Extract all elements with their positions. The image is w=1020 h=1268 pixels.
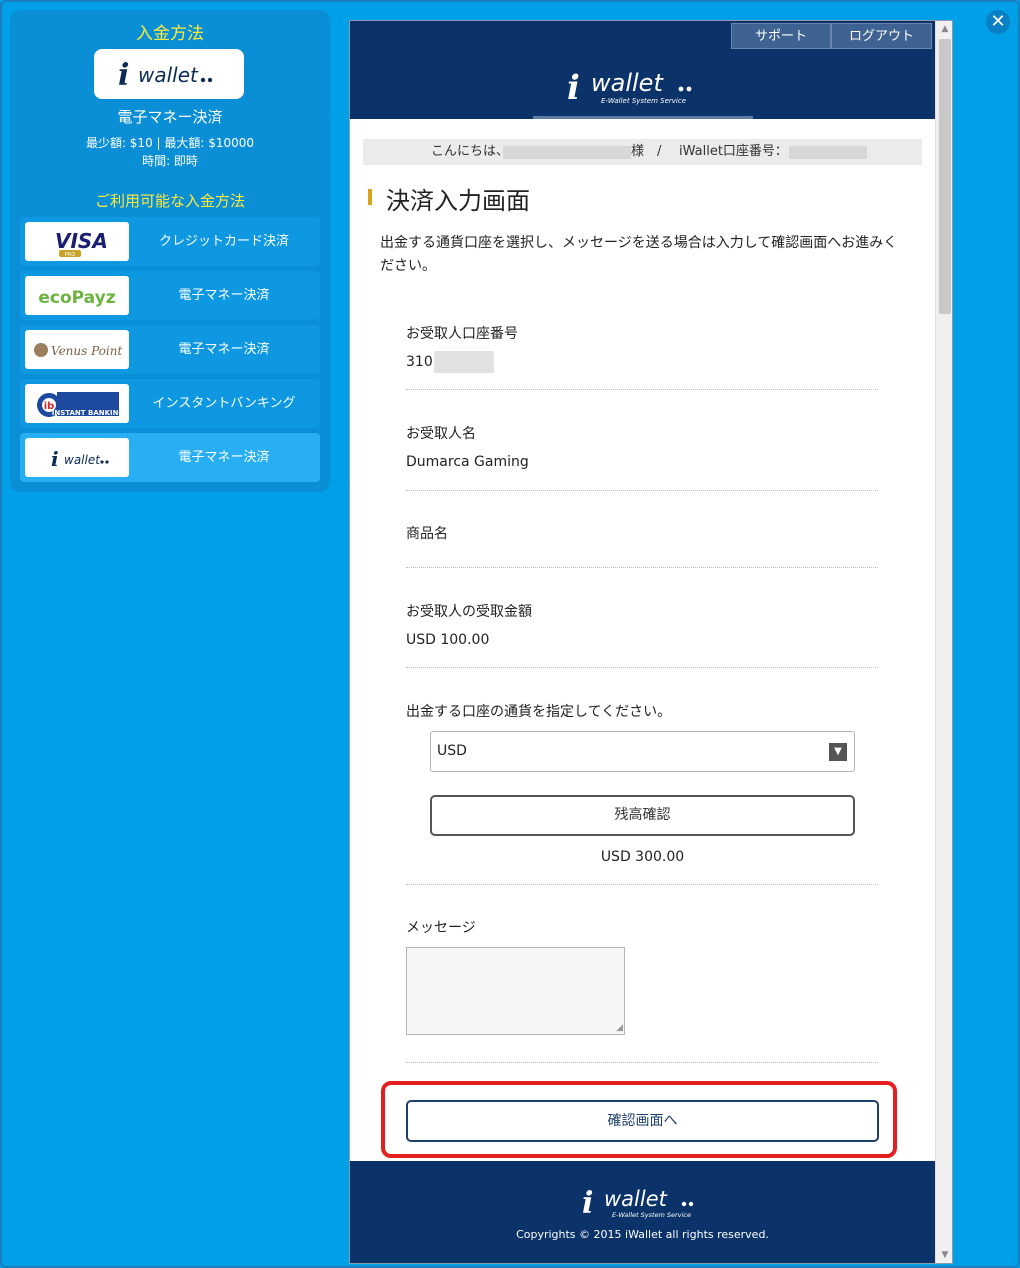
method-label: 電子マネー決済 bbox=[178, 450, 270, 465]
selected-method-name: 電子マネー決済 bbox=[117, 108, 223, 126]
iwallet-logo-icon: i wallet E-Wallet System Service bbox=[582, 1186, 694, 1221]
scroll-down-icon[interactable]: ▼ bbox=[936, 1247, 952, 1263]
panel-title: 入金方法 bbox=[136, 24, 204, 44]
confirm-button[interactable]: 確認画面へ bbox=[406, 1100, 879, 1142]
greeting-honorific: 様 bbox=[631, 144, 645, 159]
iwallet-logo-icon: i wallet E-Wallet System Service bbox=[567, 68, 692, 108]
method-item-instant-banking[interactable]: ib INSTANT BANKING インスタントバンキング bbox=[20, 379, 320, 428]
scroll-up-icon[interactable]: ▲ bbox=[936, 21, 952, 37]
method-label: 電子マネー決済 bbox=[178, 288, 270, 303]
currency-select[interactable]: USD ▼ bbox=[430, 731, 855, 772]
deposit-time: 時間: 即時 bbox=[142, 154, 198, 168]
resize-grip-icon[interactable]: ◢ bbox=[616, 1024, 623, 1033]
svg-text:i: i bbox=[567, 68, 580, 108]
title-accent-bar bbox=[368, 189, 372, 205]
recipient-name-value: Dumarca Gaming bbox=[406, 454, 529, 470]
method-label: 電子マネー決済 bbox=[178, 342, 270, 357]
separator bbox=[406, 1062, 878, 1063]
intro-text: 出金する通貨口座を選択し、メッセージを送る場合は入力して確認画面へお進みください… bbox=[380, 235, 898, 274]
method-item-visa[interactable]: VISA PRO クレジットカード決済 bbox=[20, 217, 320, 266]
check-balance-button[interactable]: 残高確認 bbox=[430, 795, 855, 836]
separator bbox=[406, 667, 878, 668]
main-content: こんにちは、 様 / iWallet口座番号： 決済入力画面 出金する通貨口座を… bbox=[350, 119, 935, 1161]
svg-text:wallet: wallet bbox=[591, 69, 664, 97]
method-label: インスタントバンキング bbox=[152, 396, 296, 411]
venus-point-logo-icon: Venus Point bbox=[25, 330, 129, 369]
vertical-scrollbar[interactable]: ▲ ▼ bbox=[935, 21, 952, 1263]
currency-prompt: 出金する口座の通貨を指定してください。 bbox=[406, 704, 672, 720]
svg-text:wallet: wallet bbox=[138, 63, 199, 87]
method-label: クレジットカード決済 bbox=[158, 234, 289, 249]
currency-selected-value: USD bbox=[437, 743, 467, 759]
svg-text:E-Wallet System Service: E-Wallet System Service bbox=[601, 97, 686, 105]
message-textarea[interactable]: ◢ bbox=[406, 947, 625, 1035]
deposit-limits: 最少額: $10 | 最大額: $10000 bbox=[85, 136, 255, 150]
available-methods-title: ご利用可能な入金方法 bbox=[94, 192, 245, 210]
chevron-down-icon: ▼ bbox=[829, 743, 847, 761]
close-button[interactable]: ✕ bbox=[986, 10, 1010, 34]
svg-text:i: i bbox=[118, 58, 129, 93]
svg-text:i: i bbox=[582, 1186, 593, 1221]
payment-iframe: サポート ログアウト i wallet E-Wallet System Serv… bbox=[349, 20, 953, 1264]
separator bbox=[406, 389, 878, 390]
site-header: サポート ログアウト i wallet E-Wallet System Serv… bbox=[350, 21, 935, 119]
recipient-account-label: お受取人口座番号 bbox=[406, 326, 518, 342]
masked-recipient-account bbox=[434, 351, 494, 373]
iwallet-logo-icon: i wallet bbox=[118, 58, 213, 93]
amount-label: お受取人の受取金額 bbox=[406, 604, 532, 620]
support-link[interactable]: サポート bbox=[731, 23, 831, 49]
svg-text:E-Wallet System Service: E-Wallet System Service bbox=[612, 1211, 691, 1219]
svg-text:i: i bbox=[51, 447, 59, 471]
separator bbox=[406, 884, 878, 885]
masked-account-number bbox=[789, 146, 867, 159]
site-footer: i wallet E-Wallet System Service Copyrig… bbox=[350, 1161, 935, 1263]
balance-value: USD 300.00 bbox=[600, 849, 685, 865]
scroll-thumb[interactable] bbox=[939, 39, 951, 314]
separator bbox=[406, 490, 878, 491]
svg-text:INSTANT BANKING: INSTANT BANKING bbox=[52, 409, 125, 417]
svg-text:ecoPayz: ecoPayz bbox=[38, 288, 115, 308]
svg-text:PRO: PRO bbox=[65, 252, 75, 258]
svg-text:wallet: wallet bbox=[64, 453, 101, 467]
svg-text:wallet: wallet bbox=[604, 1187, 668, 1211]
greeting-separator: / bbox=[657, 144, 662, 159]
visa-logo-icon: VISA PRO bbox=[25, 222, 129, 261]
account-number-label: iWallet口座番号： bbox=[679, 144, 788, 159]
page-title: 決済入力画面 bbox=[386, 187, 530, 215]
instant-banking-logo-icon: ib INSTANT BANKING bbox=[25, 384, 129, 423]
greeting-hello: こんにちは、 bbox=[431, 144, 510, 159]
product-name-label: 商品名 bbox=[406, 526, 448, 542]
method-item-ecopayz[interactable]: ecoPayz 電子マネー決済 bbox=[20, 271, 320, 320]
greeting-bar: こんにちは、 様 / iWallet口座番号： bbox=[363, 139, 922, 165]
iwallet-logo-icon: i wallet bbox=[25, 438, 129, 477]
recipient-name-label: お受取人名 bbox=[406, 426, 476, 442]
amount-value: USD 100.00 bbox=[406, 632, 490, 648]
method-item-iwallet[interactable]: i wallet 電子マネー決済 bbox=[20, 433, 320, 482]
logout-link[interactable]: ログアウト bbox=[831, 23, 932, 49]
message-label: メッセージ bbox=[406, 920, 476, 936]
method-item-venus-point[interactable]: Venus Point 電子マネー決済 bbox=[20, 325, 320, 374]
copyright-text: Copyrights © 2015 iWallet all rights res… bbox=[516, 1228, 769, 1241]
masked-username bbox=[503, 146, 631, 159]
selected-method-logo: i wallet bbox=[94, 49, 244, 99]
separator bbox=[406, 567, 878, 568]
deposit-method-panel: 入金方法 i wallet 電子マネー決済 最少額: $10 | 最大額: $1… bbox=[10, 10, 330, 492]
svg-text:Venus Point: Venus Point bbox=[51, 344, 122, 358]
ecopayz-logo-icon: ecoPayz bbox=[25, 276, 129, 315]
svg-text:VISA: VISA bbox=[55, 229, 108, 253]
recipient-account-value: 310 bbox=[406, 354, 433, 370]
